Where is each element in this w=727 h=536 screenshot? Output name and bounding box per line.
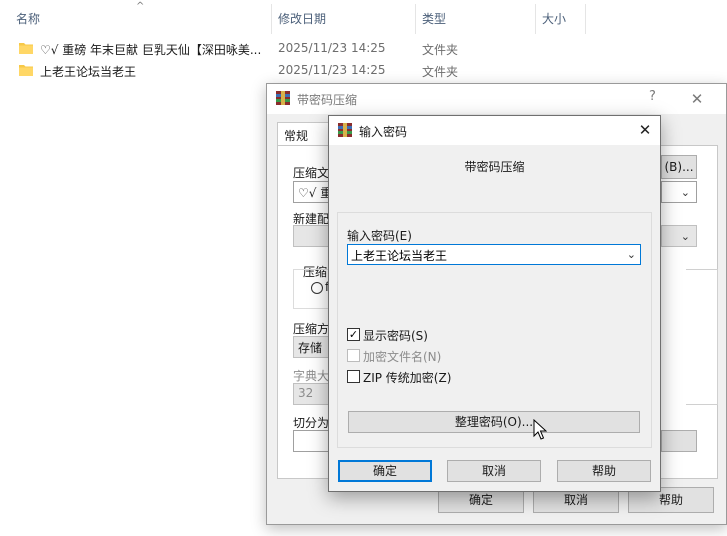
chevron-down-icon[interactable]: ⌄: [627, 248, 636, 261]
password-label: 输入密码(E): [347, 229, 412, 243]
help-icon[interactable]: ?: [649, 89, 656, 104]
archive-dialog-titlebar[interactable]: 带密码压缩 ? ✕: [267, 84, 726, 114]
method-label: 压缩方: [293, 322, 330, 336]
dictionary-select[interactable]: 32: [293, 383, 333, 405]
cancel-button[interactable]: 取消: [447, 460, 541, 482]
tab-general[interactable]: 常规: [277, 122, 329, 146]
password-dialog-titlebar[interactable]: 输入密码 ✕: [329, 116, 660, 145]
password-value: 上老王论坛当老王: [351, 249, 448, 263]
zip-legacy-checkbox[interactable]: [347, 370, 360, 383]
password-input[interactable]: 上老王论坛当老王 ⌄: [347, 244, 641, 265]
file-row[interactable]: ♡√ 重磅 年末巨献 巨乳天仙【深田咏美... 2025/11/23 14:25…: [0, 38, 727, 60]
dictionary-label: 字典大: [293, 369, 330, 383]
zip-legacy-label: ZIP 传统加密(Z): [363, 371, 452, 385]
winrar-icon: [338, 123, 352, 137]
column-size[interactable]: 大小: [536, 0, 596, 36]
winrar-icon: [276, 91, 290, 105]
archive-dialog-title: 带密码压缩: [297, 93, 358, 107]
folder-icon: [19, 65, 33, 76]
mouse-pointer-icon: [533, 419, 547, 440]
file-date: 2025/11/23 14:25: [278, 41, 386, 55]
password-dialog: 输入密码 ✕ 带密码压缩 输入密码(E) 上老王论坛当老王 ⌄ ✓ 显示密码(S…: [328, 115, 661, 492]
password-dialog-title: 输入密码: [359, 125, 408, 139]
split-input[interactable]: [293, 430, 333, 452]
close-icon[interactable]: ✕: [687, 89, 707, 109]
file-type: 文件夹: [422, 43, 459, 57]
chevron-down-icon: ⌄: [680, 186, 690, 199]
dialog-heading: 带密码压缩: [464, 160, 525, 174]
options-listbox[interactable]: [686, 269, 718, 405]
profile-select[interactable]: [293, 225, 333, 247]
show-password-label: 显示密码(S): [363, 329, 428, 343]
options-select[interactable]: ⌄: [661, 225, 697, 247]
help-button[interactable]: 帮助: [557, 460, 651, 482]
file-name: 上老王论坛当老王: [40, 65, 137, 79]
encrypt-filenames-label: 加密文件名(N): [363, 350, 442, 364]
column-divider[interactable]: [585, 4, 586, 34]
file-row[interactable]: 上老王论坛当老王 2025/11/23 14:25 文件夹: [0, 60, 727, 82]
show-password-checkbox[interactable]: ✓: [347, 328, 360, 341]
file-date: 2025/11/23 14:25: [278, 63, 386, 77]
chevron-down-icon: ⌄: [680, 230, 690, 243]
browse-button[interactable]: (B)...: [661, 155, 697, 179]
update-mode-select[interactable]: ⌄: [661, 181, 697, 203]
sort-ascending-icon: ^: [136, 1, 145, 12]
column-date[interactable]: 修改日期: [272, 0, 414, 36]
organize-passwords-button[interactable]: 整理密码(O)...: [348, 411, 640, 433]
folder-icon: [19, 43, 33, 54]
compression-radio[interactable]: [311, 282, 323, 294]
archive-name-label: 压缩文: [293, 166, 330, 180]
column-header: 名称 ^ 修改日期 类型 大小: [0, 0, 727, 36]
method-select[interactable]: 存储: [293, 336, 333, 358]
file-name: ♡√ 重磅 年末巨献 巨乳天仙【深田咏美...: [40, 43, 262, 57]
split-label: 切分为: [293, 416, 330, 430]
set-options-button[interactable]: [661, 430, 697, 452]
archive-name-input[interactable]: ♡√ 重: [293, 181, 333, 203]
file-type: 文件夹: [422, 65, 459, 79]
ok-button[interactable]: 确定: [338, 460, 432, 482]
close-icon[interactable]: ✕: [635, 120, 655, 140]
column-type[interactable]: 类型: [416, 0, 534, 36]
encrypt-filenames-checkbox[interactable]: [347, 349, 360, 362]
